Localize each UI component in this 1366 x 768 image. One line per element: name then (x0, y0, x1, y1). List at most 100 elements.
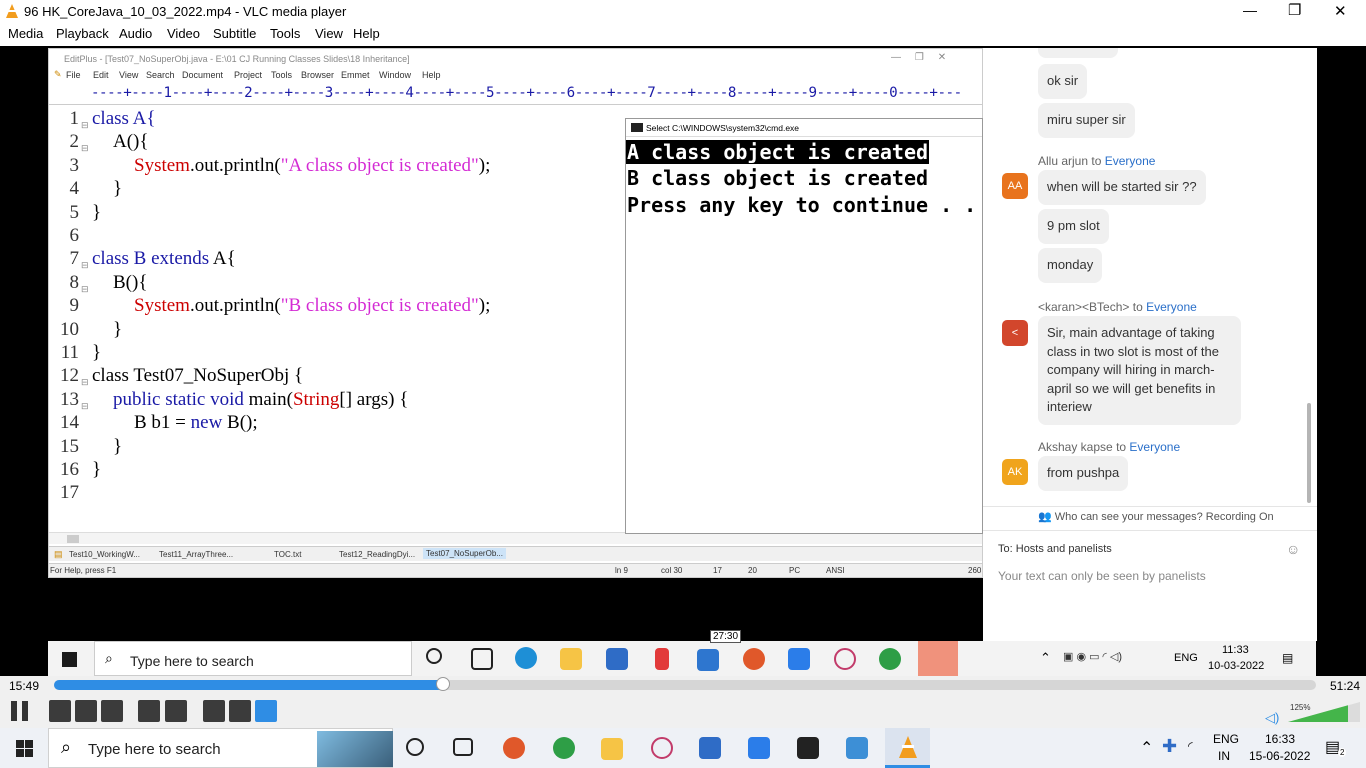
zoom-icon[interactable] (748, 737, 770, 759)
network-icon[interactable]: ◜ (1188, 739, 1193, 753)
ep-menu-edit[interactable]: Edit (93, 70, 109, 80)
ep-menu-project[interactable]: Project (234, 70, 262, 80)
line-number: 11 (60, 342, 79, 363)
tab-test11[interactable]: Test11_ArrayThree... (159, 550, 233, 559)
tab-test12[interactable]: Test12_ReadingDyi... (339, 550, 415, 559)
playlist-button[interactable] (203, 700, 225, 722)
menu-audio[interactable]: Audio (119, 26, 152, 41)
gift-icon (655, 648, 669, 670)
menu-video[interactable]: Video (167, 26, 200, 41)
scrollbar-thumb[interactable] (67, 535, 79, 543)
next-button[interactable] (101, 700, 123, 722)
column-ruler: ----+----1----+----2----+----3----+----4… (49, 85, 982, 105)
ep-menu-view[interactable]: View (119, 70, 138, 80)
taskbar-search-box[interactable]: ⌕ Type here to search (48, 728, 393, 768)
menu-media[interactable]: Media (8, 26, 43, 41)
chat-message: monday (1038, 248, 1103, 283)
extended-settings-button[interactable] (165, 700, 187, 722)
tray-chevron-icon[interactable]: ⌃ (1140, 738, 1153, 758)
chat-scrollbar[interactable] (1307, 403, 1311, 503)
ep-menu-window[interactable]: Window (379, 70, 411, 80)
taskbar-region[interactable]: IN (1218, 749, 1230, 763)
tab-test07-active[interactable]: Test07_NoSuperOb... (423, 548, 506, 559)
seek-bar[interactable] (54, 680, 1316, 690)
task-view-icon[interactable] (453, 738, 473, 756)
tray-plus-icon[interactable]: ✚ (1162, 736, 1177, 757)
mail-icon (697, 649, 719, 671)
chat-bubble-partial (1038, 48, 1118, 58)
chat-sender: <karan><BTech> to Everyone (1038, 300, 1197, 314)
ep-menu-emmet[interactable]: Emmet (341, 70, 370, 80)
avatar: AA (1002, 173, 1028, 199)
recorder-icon (743, 648, 765, 670)
tab-toc[interactable]: TOC.txt (274, 550, 301, 559)
recipient-selector[interactable]: To: Hosts and panelists (998, 543, 1112, 555)
taskbar-lang[interactable]: ENG (1213, 732, 1239, 746)
tab-test10[interactable]: Test10_WorkingW... (69, 550, 140, 559)
sticky-notes-icon[interactable] (797, 737, 819, 759)
line-number: 1 (69, 108, 80, 129)
line-number: 3 (69, 154, 80, 176)
taskbar-time[interactable]: 16:33 (1265, 732, 1295, 746)
ep-menu-search[interactable]: Search (146, 70, 175, 80)
shuffle-button[interactable] (255, 700, 277, 722)
cmd-window: Select C:\WINDOWS\system32\cmd.exe A cla… (625, 118, 983, 534)
recorded-taskbar: ⌕ Type here to search 27:30 ⌃ ▣ ◉ ▭ ◜ ◁)… (48, 630, 1316, 676)
windows-start-icon (62, 652, 77, 667)
vlc-taskbar-button[interactable] (885, 728, 930, 768)
photos-icon[interactable] (846, 737, 868, 759)
ep-menu-file[interactable]: File (66, 70, 81, 80)
pause-button[interactable] (7, 700, 33, 722)
ep-menu-tools[interactable]: Tools (271, 70, 292, 80)
cmd-output-line-3: Press any key to continue . . (627, 193, 977, 217)
stop-button[interactable] (75, 700, 97, 722)
menu-subtitle[interactable]: Subtitle (213, 26, 256, 41)
ep-menu-browser[interactable]: Browser (301, 70, 334, 80)
chat-message: Sir, main advantage of taking class in t… (1038, 316, 1241, 425)
menu-tools[interactable]: Tools (270, 26, 300, 41)
menu-playback[interactable]: Playback (56, 26, 109, 41)
privacy-notice[interactable]: 👥 Who can see your messages? Recording O… (1038, 510, 1274, 523)
fold-markers[interactable]: ⊟ ⊟ ⊟ ⊟ ⊟ ⊟ (81, 114, 89, 418)
snipping-icon (834, 648, 856, 670)
editplus-window-controls[interactable]: — ❐ ✕ (891, 52, 946, 63)
maximize-button[interactable]: ❐ (1288, 1, 1301, 19)
chat-message: when will be started sir ?? (1038, 170, 1206, 205)
store-icon[interactable] (699, 737, 721, 759)
code-line-3: System.out.println("A class object is cr… (134, 154, 491, 176)
cmd-output-line-1: A class object is created (626, 140, 930, 164)
ep-menu-document[interactable]: Document (182, 70, 223, 80)
taskbar-date[interactable]: 15-06-2022 (1249, 749, 1310, 763)
notification-count: 2 (1338, 748, 1347, 757)
status-b: 20 (748, 566, 757, 575)
file-explorer-icon[interactable] (601, 738, 623, 760)
minimize-button[interactable]: — (1243, 2, 1257, 18)
close-button[interactable]: ✕ (1334, 2, 1347, 20)
speaker-icon[interactable]: ◁) (1265, 710, 1279, 726)
avatar: < (1002, 320, 1028, 346)
menu-view[interactable]: View (315, 26, 343, 41)
menu-help[interactable]: Help (353, 26, 380, 41)
previous-button[interactable] (49, 700, 71, 722)
cortana-icon[interactable] (406, 738, 424, 756)
chat-input[interactable]: Your text can only be seen by panelists (998, 569, 1206, 583)
loop-button[interactable] (229, 700, 251, 722)
recorder-icon[interactable] (503, 737, 525, 759)
fullscreen-button[interactable] (138, 700, 160, 722)
emoji-icon[interactable]: ☺ (1286, 541, 1300, 557)
line-number: 8 (69, 271, 80, 293)
code-line-9: System.out.println("B class object is cr… (134, 295, 491, 317)
vlc-titlebar: 96 HK_CoreJava_10_03_2022.mp4 - VLC medi… (0, 0, 1366, 24)
chrome-icon[interactable] (553, 737, 575, 759)
status-size: 260 (968, 566, 982, 575)
snipping-icon[interactable] (651, 737, 673, 759)
line-number: 12 (60, 365, 79, 387)
search-icon: ⌕ (61, 737, 72, 757)
ep-menu-help[interactable]: Help (422, 70, 441, 80)
search-icon: ⌕ (105, 650, 113, 666)
seek-handle[interactable] (435, 677, 450, 691)
windows-start-icon[interactable] (16, 740, 33, 757)
volume-slider[interactable] (1288, 700, 1360, 724)
vlc-cone-icon (6, 4, 18, 18)
code-line-7: class B extends A{ (92, 248, 236, 270)
